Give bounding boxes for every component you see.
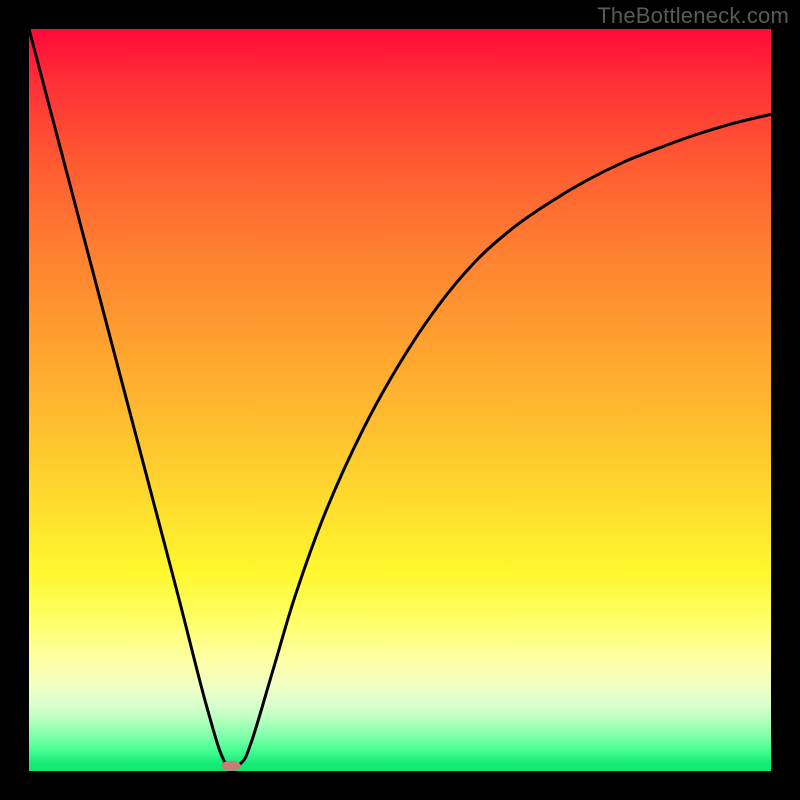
watermark-text: TheBottleneck.com: [597, 3, 789, 29]
curve-layer: [29, 29, 771, 771]
bottleneck-curve: [29, 29, 771, 769]
plot-area: [29, 29, 771, 771]
chart-frame: TheBottleneck.com: [0, 0, 800, 800]
minimum-marker: [221, 761, 241, 771]
